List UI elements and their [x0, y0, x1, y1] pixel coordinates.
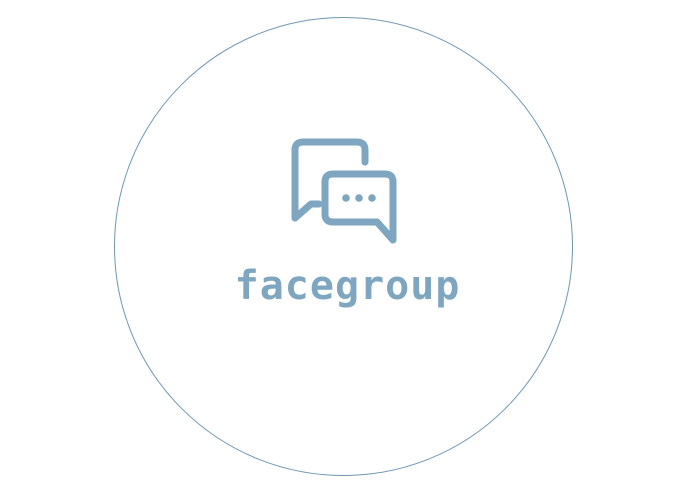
brand-name: facegroup [234, 263, 461, 309]
dot [368, 194, 376, 202]
logo-canvas: facegroup [0, 0, 695, 494]
dot [342, 194, 350, 202]
dot [355, 194, 363, 202]
chat-bubbles-icon [291, 138, 397, 244]
